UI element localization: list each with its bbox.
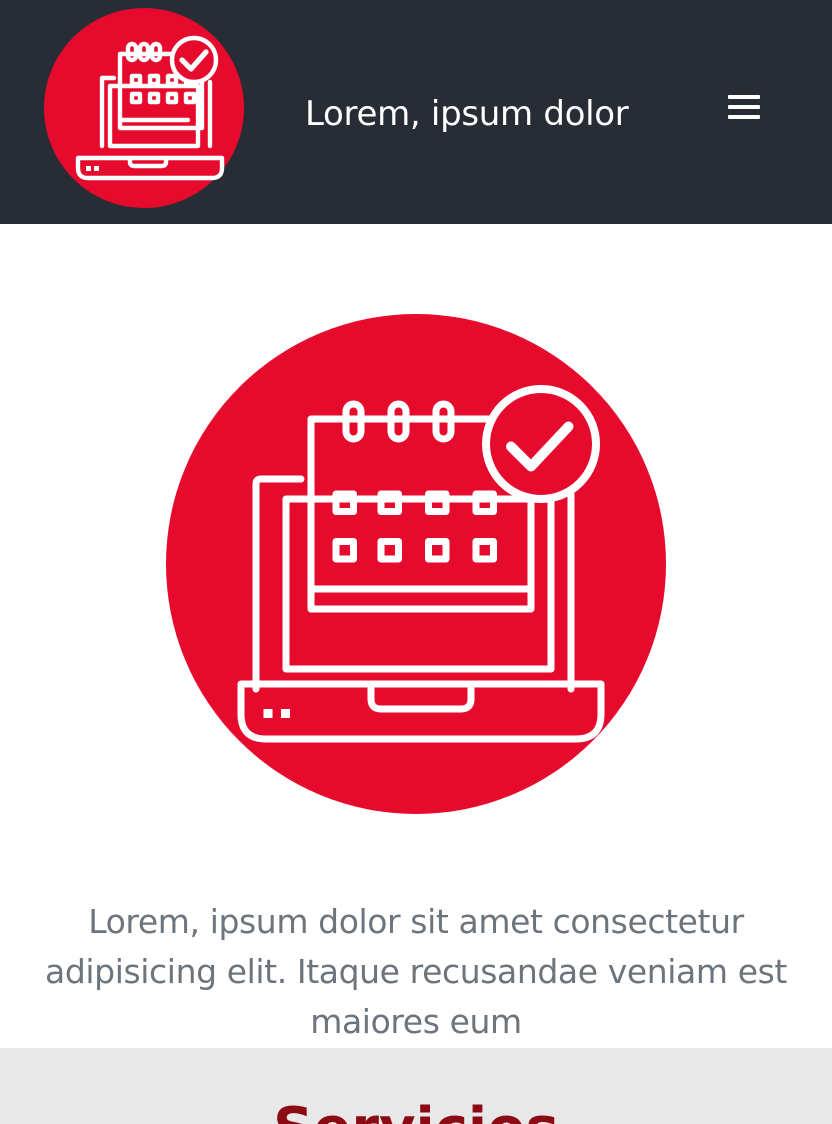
services-section: Servicios [0, 1048, 832, 1124]
services-heading: Servicios [0, 1094, 832, 1124]
hero-description: Lorem, ipsum dolor sit amet consectetur … [45, 902, 787, 1041]
laptop-calendar-check-icon [44, 8, 244, 208]
navbar: Lorem, ipsum dolor [0, 0, 832, 224]
hero-section: Lorem, ipsum dolor sit amet consectetur … [0, 224, 832, 1048]
laptop-calendar-check-icon [166, 314, 666, 814]
brand-logo-link[interactable] [44, 8, 244, 208]
hamburger-menu-icon[interactable] [722, 88, 766, 128]
hero-image [166, 314, 666, 814]
site-title[interactable]: Lorem, ipsum dolor [305, 92, 629, 136]
